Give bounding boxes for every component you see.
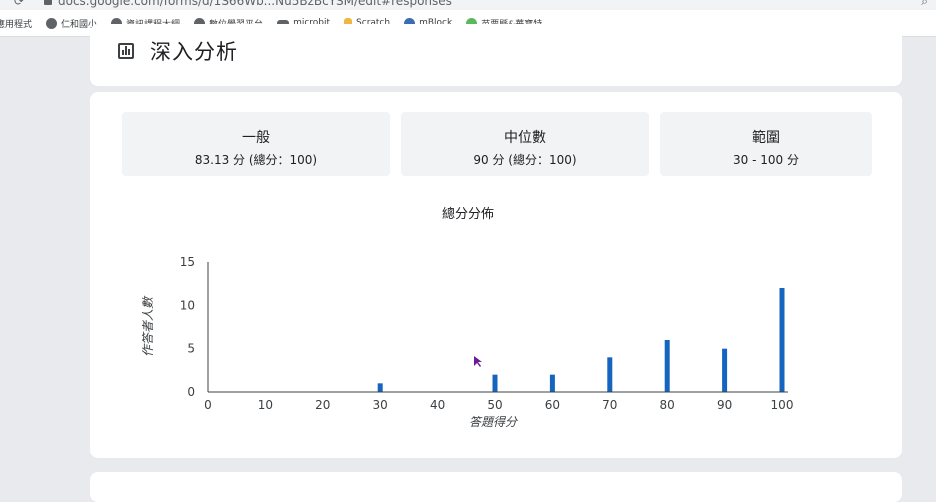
x-tick-label: 80 <box>660 398 675 412</box>
x-tick-label: 30 <box>373 398 388 412</box>
histogram-bar[interactable] <box>549 374 555 392</box>
y-axis-label: 作答者人數 <box>141 295 155 357</box>
y-tick-label: 10 <box>180 298 195 312</box>
y-tick-label: 0 <box>187 385 195 399</box>
histogram-bar[interactable] <box>779 288 785 392</box>
x-tick-label: 0 <box>204 398 212 412</box>
mouse-cursor-icon <box>474 356 482 367</box>
x-tick-label: 50 <box>487 398 502 412</box>
x-tick-label: 90 <box>717 398 732 412</box>
y-tick-label: 5 <box>187 342 195 356</box>
x-tick-label: 60 <box>545 398 560 412</box>
x-tick-label: 100 <box>771 398 794 412</box>
score-distribution-chart: 0 5 10 15 0 10 20 30 40 50 60 70 80 90 100 作答者人數 答題得分 <box>141 255 794 429</box>
x-tick-label: 20 <box>315 398 330 412</box>
histogram-bar[interactable] <box>664 340 670 392</box>
histogram-bar[interactable] <box>492 374 498 392</box>
x-axis-label: 答題得分 <box>469 415 518 429</box>
histogram-bar[interactable] <box>722 348 728 392</box>
x-tick-label: 70 <box>602 398 617 412</box>
histogram-bar[interactable] <box>607 357 613 392</box>
histogram-bar[interactable] <box>377 383 383 392</box>
x-tick-label: 40 <box>430 398 445 412</box>
y-tick-label: 15 <box>180 255 195 269</box>
x-tick-label: 10 <box>258 398 273 412</box>
